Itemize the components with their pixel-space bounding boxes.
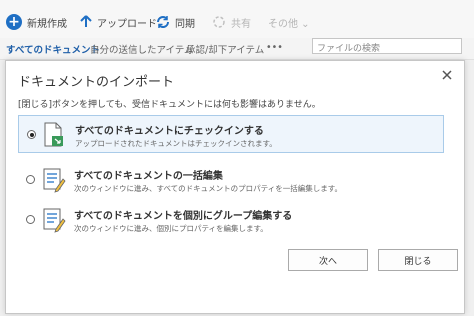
option-bulk-edit[interactable]: すべてのドキュメントの一括編集 次のウィンドウに進み、すべてのドキュメントのプロ… <box>18 161 444 199</box>
close-icon[interactable] <box>440 67 454 83</box>
dialog-instruction: [閉じる]ボタンを押しても、受信ドキュメントには何も影響はありません。 <box>18 100 321 110</box>
option-individual-edit[interactable]: すべてのドキュメントを個別にグループ編集する 次のウィンドウに進み、個別にプロパ… <box>18 201 444 239</box>
new-label: 新規作成 <box>27 18 67 30</box>
radio-checkin-all[interactable] <box>27 130 36 139</box>
tab-my-sent-items[interactable]: 自分の送信したアイテム <box>90 42 194 56</box>
more-label: その他 ⌄ <box>268 18 310 30</box>
checkin-document-icon <box>43 122 65 152</box>
radio-bulk-edit[interactable] <box>26 175 35 184</box>
tab-approve-reject[interactable]: 承認/却下アイテム <box>186 42 264 56</box>
option-description: 次のウィンドウに進み、すべてのドキュメントのプロパティを一括編集します。 <box>74 184 342 193</box>
plus-icon: + <box>6 14 22 30</box>
upload-label: アップロード <box>97 18 157 30</box>
close-button[interactable]: 閉じる <box>378 249 458 271</box>
option-checkin-all[interactable]: すべてのドキュメントにチェックインする アップロードされたドキュメントはチェック… <box>18 115 444 153</box>
option-description: アップロードされたドキュメントはチェックインされます。 <box>75 139 277 148</box>
share-button[interactable]: 共有 <box>212 12 251 32</box>
dialog-title: ドキュメントのインポート <box>18 75 175 90</box>
option-title: すべてのドキュメントにチェックインする <box>75 126 264 137</box>
individual-edit-document-icon <box>42 207 66 237</box>
sync-icon <box>156 15 170 29</box>
more-menu-button[interactable]: その他 ⌄ <box>268 12 310 32</box>
tab-all-documents[interactable]: すべてのドキュメント <box>6 42 100 56</box>
option-description: 次のウィンドウに進み、個別にプロパティを編集します。 <box>74 224 268 233</box>
radio-individual-edit[interactable] <box>26 215 35 224</box>
option-title: すべてのドキュメントの一括編集 <box>74 171 223 182</box>
sync-label: 同期 <box>175 18 195 30</box>
view-more-button[interactable]: ••• <box>266 42 283 53</box>
upload-button[interactable]: アップロード <box>80 12 157 32</box>
option-title: すべてのドキュメントを個別にグループ編集する <box>74 211 293 222</box>
share-label: 共有 <box>231 18 251 30</box>
search-input[interactable]: ファイルの検索 <box>312 38 462 54</box>
share-icon <box>212 15 226 29</box>
sync-button[interactable]: 同期 <box>156 12 195 32</box>
next-button[interactable]: 次へ <box>288 249 368 271</box>
command-toolbar: + 新規作成 アップロード 同期 共有 その他 ⌄ <box>0 0 474 40</box>
upload-icon <box>80 15 92 29</box>
import-dialog: ドキュメントのインポート [閉じる]ボタンを押しても、受信ドキュメントには何も影… <box>5 60 465 314</box>
bulk-edit-document-icon <box>42 167 66 197</box>
new-button[interactable]: + 新規作成 <box>6 12 67 32</box>
